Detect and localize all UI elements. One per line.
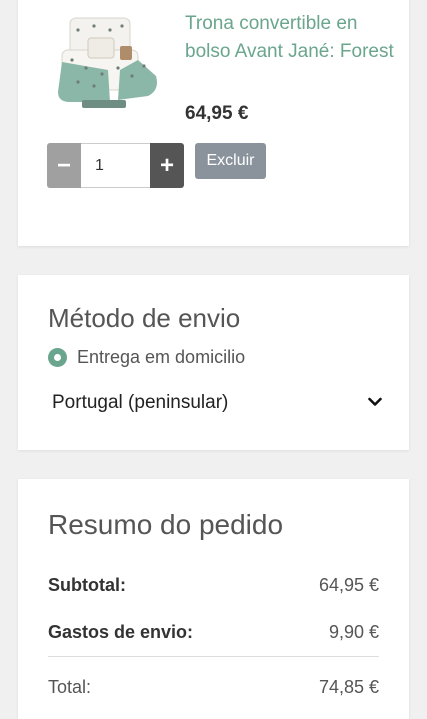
remove-item-button[interactable]: Excluir	[195, 143, 266, 179]
shipping-cost-row: Gastos de envio: 9,90 €	[48, 622, 379, 643]
region-select[interactable]: Portugal (peninsular)	[52, 388, 382, 418]
product-price: 64,95 €	[185, 103, 249, 124]
quantity-input[interactable]	[81, 143, 150, 188]
summary-title: Resumo do pedido	[48, 509, 284, 540]
subtotal-row: Subtotal: 64,95 €	[48, 575, 379, 596]
shipping-cost-label: Gastos de envio:	[48, 622, 194, 642]
quantity-stepper: − +	[47, 143, 184, 188]
subtotal-label: Subtotal:	[48, 575, 126, 595]
region-select-value: Portugal (peninsular)	[52, 392, 229, 413]
total-value: 74,85 €	[318, 677, 379, 697]
order-summary-card: Resumo do pedido Subtotal: 64,95 € Gasto…	[18, 479, 409, 719]
shipping-method-card: Método de envio Entrega em domicilio Por…	[18, 275, 409, 450]
shipping-title: Método de envio	[48, 303, 241, 333]
decrease-quantity-button[interactable]: −	[47, 143, 81, 188]
cart-item-card: Trona convertible en bolso Avant Jané: F…	[18, 0, 409, 246]
shipping-cost-value: 9,90 €	[328, 622, 379, 642]
total-label: Total:	[48, 677, 92, 697]
chevron-down-icon	[368, 394, 382, 412]
shipping-option[interactable]: Entrega em domicilio	[48, 347, 245, 368]
product-name-link[interactable]: Trona convertible en bolso Avant Jané: F…	[185, 10, 395, 65]
total-row: Total: 74,85 €	[48, 677, 379, 698]
product-image[interactable]	[48, 10, 166, 120]
increase-quantity-button[interactable]: +	[150, 143, 184, 188]
shipping-option-label: Entrega em domicilio	[77, 347, 246, 367]
subtotal-value: 64,95 €	[318, 575, 379, 595]
radio-selected-icon[interactable]	[48, 348, 67, 367]
plus-icon: +	[159, 151, 174, 179]
minus-icon: −	[56, 151, 71, 179]
summary-divider	[48, 656, 379, 657]
